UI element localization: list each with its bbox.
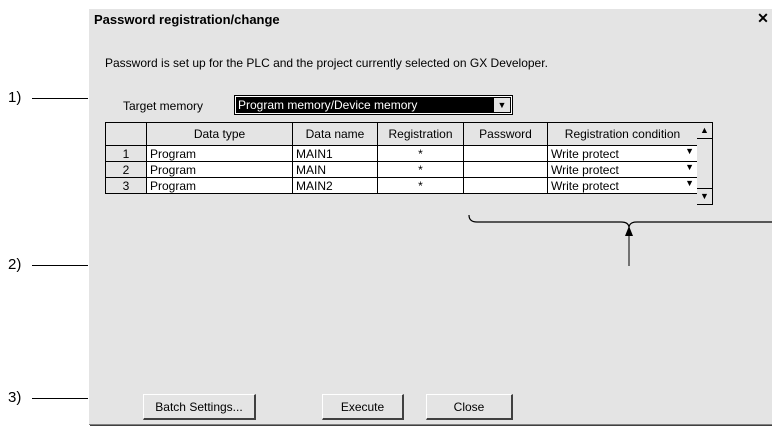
condition-select[interactable]: Write protect ▼ — [547, 177, 698, 194]
condition-value: Write protect — [551, 162, 619, 177]
row-number: 1 — [105, 145, 147, 162]
execute-button[interactable]: Execute — [322, 394, 404, 420]
target-memory-select[interactable]: Program memory/Device memory ▼ — [234, 95, 513, 115]
header-registration-condition: Registration condition — [547, 122, 698, 146]
title-bar: Password registration/change ✕ — [89, 9, 772, 29]
batch-settings-button[interactable]: Batch Settings... — [143, 394, 256, 420]
table-scrollbar[interactable]: ▲ ▼ — [697, 122, 713, 205]
row-number: 2 — [105, 161, 147, 178]
cell-registration: * — [377, 145, 464, 162]
chevron-down-icon[interactable]: ▼ — [685, 179, 694, 189]
cell-data-name: MAIN1 — [292, 145, 378, 162]
brace-icon — [468, 214, 772, 266]
header-password: Password — [463, 122, 548, 146]
description-text: Password is set up for the PLC and the p… — [105, 56, 548, 70]
table-header-row: Data type Data name Registration Passwor… — [105, 122, 698, 146]
condition-value: Write protect — [551, 178, 619, 193]
cell-data-name: MAIN — [292, 161, 378, 178]
cell-data-name: MAIN2 — [292, 177, 378, 194]
header-corner — [105, 122, 147, 146]
chevron-down-icon[interactable]: ▼ — [493, 97, 511, 113]
row-number: 3 — [105, 177, 147, 194]
chevron-down-icon[interactable]: ▼ — [685, 147, 694, 157]
condition-value: Write protect — [551, 146, 619, 161]
cell-data-type: Program — [146, 161, 293, 178]
target-memory-value: Program memory/Device memory — [236, 97, 493, 113]
annotation-3: 3) — [8, 389, 22, 406]
table-row: 1 Program MAIN1 * Write protect ▼ — [105, 145, 698, 162]
header-data-name: Data name — [292, 122, 378, 146]
close-button[interactable]: Close — [426, 394, 513, 420]
table-row: 3 Program MAIN2 * Write protect ▼ — [105, 177, 698, 194]
password-input[interactable] — [463, 161, 548, 178]
password-input[interactable] — [463, 145, 548, 162]
scroll-down-icon[interactable]: ▼ — [697, 188, 712, 204]
password-table: Data type Data name Registration Passwor… — [105, 122, 698, 194]
cell-registration: * — [377, 161, 464, 178]
password-registration-dialog: Password registration/change ✕ Password … — [88, 8, 772, 424]
close-icon[interactable]: ✕ — [755, 10, 771, 26]
target-memory-label: Target memory — [123, 99, 204, 113]
password-input[interactable] — [463, 177, 548, 194]
header-data-type: Data type — [146, 122, 293, 146]
table-row: 2 Program MAIN * Write protect ▼ — [105, 161, 698, 178]
annotation-2: 2) — [8, 256, 22, 273]
cell-data-type: Program — [146, 145, 293, 162]
chevron-down-icon[interactable]: ▼ — [685, 163, 694, 173]
condition-select[interactable]: Write protect ▼ — [547, 145, 698, 162]
condition-select[interactable]: Write protect ▼ — [547, 161, 698, 178]
cell-data-type: Program — [146, 177, 293, 194]
annotation-1: 1) — [8, 89, 22, 106]
dialog-title: Password registration/change — [94, 12, 280, 27]
header-registration: Registration — [377, 122, 464, 146]
cell-registration: * — [377, 177, 464, 194]
scroll-up-icon[interactable]: ▲ — [697, 123, 712, 139]
